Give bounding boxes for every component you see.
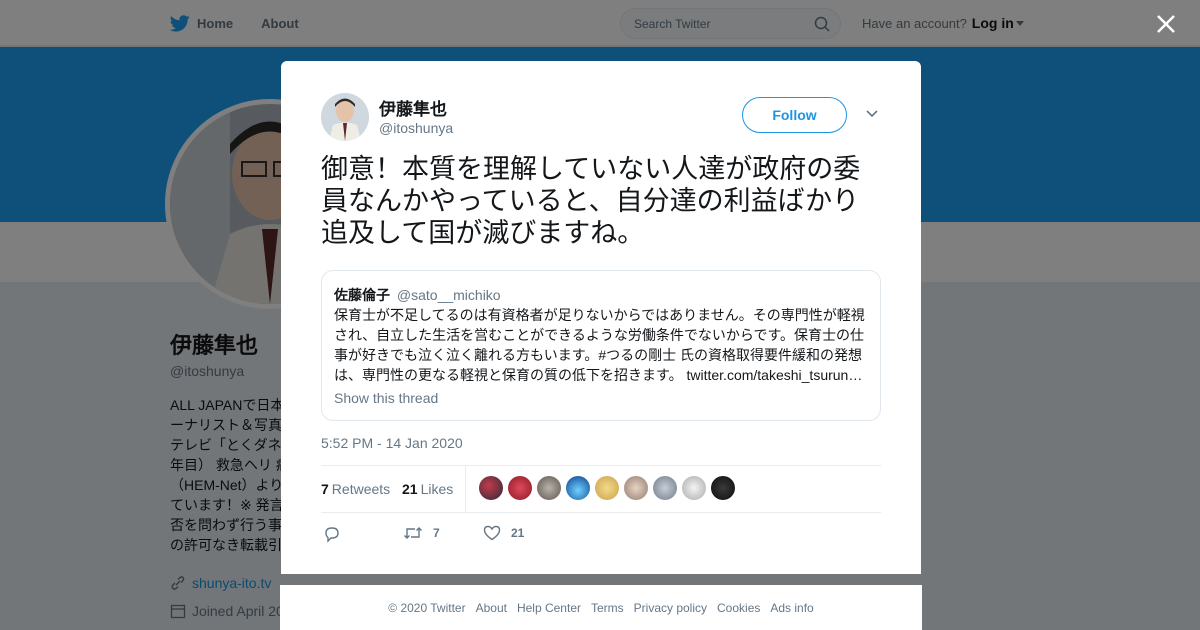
close-icon[interactable] (1156, 14, 1176, 34)
likes-label: Likes (420, 481, 454, 497)
avatar[interactable] (624, 476, 648, 500)
avatar[interactable] (653, 476, 677, 500)
tweet-actions: 7 21 (321, 523, 881, 547)
retweets-stat[interactable]: 7 Retweets (321, 481, 390, 497)
author-name[interactable]: 伊藤隼也 (379, 95, 447, 120)
quoted-tweet-text: 保育士が不足してるのは有資格者が足りないからではありません。その専門性が軽視 さ… (334, 305, 870, 385)
tweet-timestamp: 5:52 PM - 14 Jan 2020 (321, 435, 463, 451)
footer-terms-link[interactable]: Terms (591, 601, 624, 615)
quoted-text-line: は、専門性の更なる軽視と保育の質の低下を招きます。 twitter.com/ta… (334, 367, 863, 383)
show-thread-link[interactable]: Show this thread (334, 390, 438, 406)
footer-cookies-link[interactable]: Cookies (717, 601, 760, 615)
like-button[interactable]: 21 (483, 525, 524, 541)
footer-privacy-link[interactable]: Privacy policy (634, 601, 707, 615)
author-handle[interactable]: @itoshunya (379, 120, 453, 136)
author-avatar-image (321, 93, 369, 141)
tweet-text: 御意！本質を理解していない人達が政府の委員なんかやっていると、自分達の利益ばかり… (321, 154, 861, 248)
tweet-stats: 7 Retweets 21 Likes (321, 465, 881, 513)
reply-icon (325, 527, 339, 543)
footer-help-center-link[interactable]: Help Center (517, 601, 581, 615)
avatar[interactable] (711, 476, 735, 500)
retweets-count: 7 (321, 481, 329, 497)
like-count: 21 (511, 526, 525, 540)
retweet-button[interactable]: 7 (403, 525, 440, 541)
follow-button[interactable]: Follow (742, 97, 847, 133)
avatar[interactable] (508, 476, 532, 500)
likes-count: 21 (402, 481, 418, 497)
footer-about-link[interactable]: About (476, 601, 507, 615)
author-avatar[interactable] (321, 93, 369, 141)
heart-icon (483, 525, 501, 541)
footer-copyright: © 2020 Twitter (388, 600, 466, 615)
chevron-down-icon[interactable] (865, 109, 879, 119)
retweets-label: Retweets (331, 481, 391, 497)
quoted-tweet[interactable]: 佐藤倫子 @sato__michiko 保育士が不足してるのは有資格者が足りない… (321, 270, 881, 421)
reply-button[interactable] (323, 525, 351, 543)
footer-ads-info-link[interactable]: Ads info (770, 601, 813, 615)
avatar[interactable] (479, 476, 503, 500)
avatar[interactable] (682, 476, 706, 500)
likes-stat[interactable]: 21 Likes (402, 481, 453, 497)
retweet-icon (404, 527, 422, 539)
quoted-text-line: され、自立した生活を営むことができるような労働条件でないからです。保育士の仕 (334, 327, 865, 343)
quoted-tweet-header: 佐藤倫子 @sato__michiko (334, 285, 501, 305)
stats-divider (465, 466, 466, 513)
retweet-count: 7 (433, 526, 440, 540)
avatar[interactable] (566, 476, 590, 500)
quoted-text-line: 事が好きでも泣く泣く離れる方もいます。#つるの剛士 氏の資格取得要件緩和の発想 (334, 347, 862, 363)
modal-footer: © 2020 Twitter About Help Center Terms P… (280, 585, 922, 630)
quoted-text-line: 保育士が不足してるのは有資格者が足りないからではありません。その専門性が軽視 (334, 307, 865, 323)
avatar[interactable] (595, 476, 619, 500)
tweet-modal: 伊藤隼也 @itoshunya Follow 御意！本質を理解していない人達が政… (281, 61, 921, 574)
quoted-author-handle: @sato__michiko (396, 287, 501, 303)
liker-avatars (479, 476, 740, 500)
avatar[interactable] (537, 476, 561, 500)
quoted-author-name: 佐藤倫子 (334, 287, 390, 303)
